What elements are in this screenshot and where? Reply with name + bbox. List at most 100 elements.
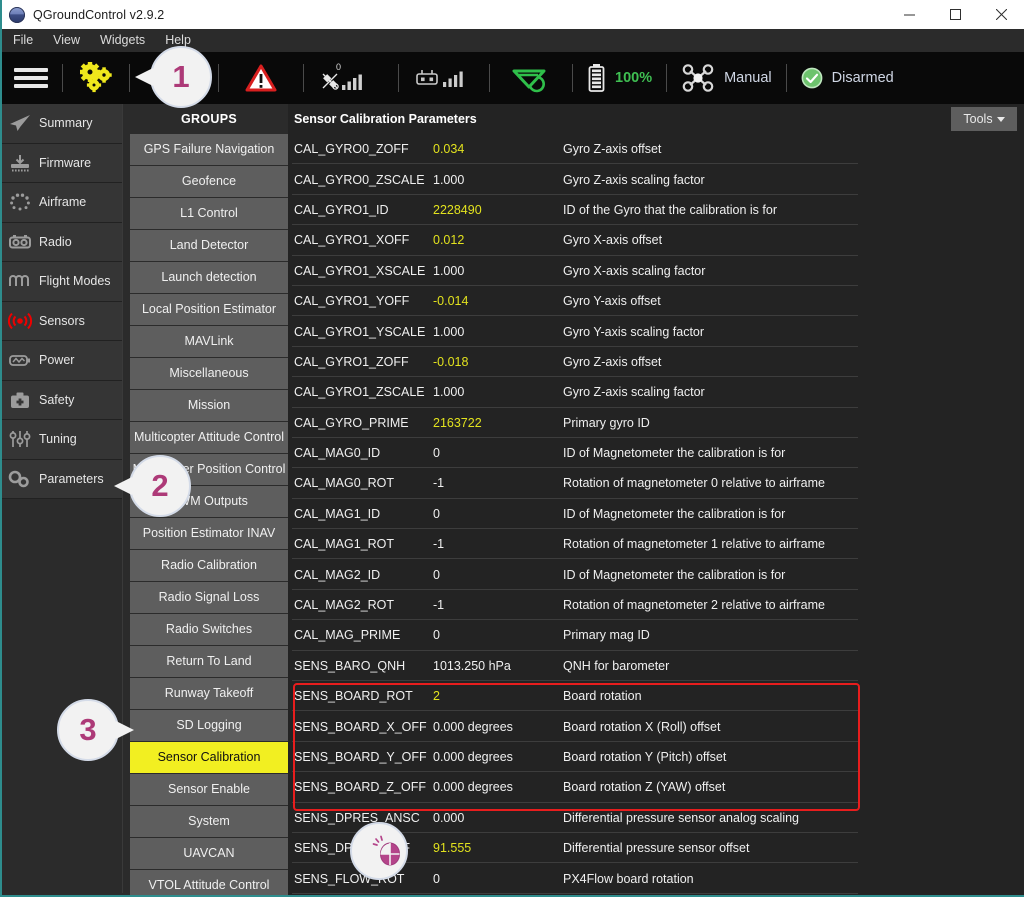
parameter-value: 2 — [433, 689, 563, 703]
sidebar-item-label: Tuning — [39, 432, 77, 446]
parameter-description: Differential pressure sensor analog scal… — [563, 811, 799, 825]
parameter-description: Gyro X-axis scaling factor — [563, 264, 705, 278]
sidebar-item-airframe[interactable]: Airframe — [0, 183, 122, 223]
window-title-bar: QGroundControl v2.9.2 — [0, 0, 1024, 30]
group-item[interactable]: Multicopter Attitude Control — [130, 422, 288, 453]
parameter-row[interactable]: SENS_BOARD_Z_OFF0.000 degreesBoard rotat… — [288, 772, 1024, 802]
telemetry-status-indicator[interactable] — [490, 52, 572, 104]
battery-level-label: 100% — [615, 70, 652, 86]
group-item[interactable]: GPS Failure Navigation — [130, 134, 288, 165]
group-item[interactable]: System — [130, 806, 288, 837]
parameter-row[interactable]: SENS_BOARD_ROT2Board rotation — [288, 681, 1024, 711]
rc-status-indicator[interactable] — [399, 52, 489, 104]
parameter-row[interactable]: CAL_GYRO1_ZSCALE1.000Gyro Z-axis scaling… — [288, 377, 1024, 407]
parameter-row[interactable]: CAL_MAG2_ROT-1Rotation of magnetometer 2… — [288, 590, 1024, 620]
group-item[interactable]: Radio Calibration — [130, 550, 288, 581]
parameter-name: CAL_GYRO1_ZOFF — [294, 355, 433, 369]
group-item[interactable]: Launch detection — [130, 262, 288, 293]
callout-number: 3 — [79, 712, 96, 748]
parameter-value: 0.000 degrees — [433, 720, 563, 734]
parameter-name: CAL_GYRO1_XOFF — [294, 233, 433, 247]
parameter-row[interactable]: CAL_GYRO1_XSCALE1.000Gyro X-axis scaling… — [288, 256, 1024, 286]
group-item[interactable]: SD Logging — [130, 710, 288, 741]
group-item[interactable]: Mission — [130, 390, 288, 421]
parameter-row[interactable]: CAL_GYRO0_ZSCALE1.000Gyro Z-axis scaling… — [288, 164, 1024, 194]
parameter-row[interactable]: CAL_GYRO1_YSCALE1.000Gyro Y-axis scaling… — [288, 316, 1024, 346]
group-item[interactable]: MAVLink — [130, 326, 288, 357]
satellite-icon: 0 — [320, 61, 382, 95]
group-item[interactable]: Sensor Enable — [130, 774, 288, 805]
parameter-row[interactable]: CAL_MAG1_ID0ID of Magnetometer the calib… — [288, 499, 1024, 529]
group-item[interactable]: Radio Switches — [130, 614, 288, 645]
arm-status-indicator[interactable]: Disarmed — [787, 52, 908, 104]
group-item[interactable]: Land Detector — [130, 230, 288, 261]
settings-button[interactable] — [63, 52, 129, 104]
parameter-description: ID of Magnetometer the calibration is fo… — [563, 568, 785, 582]
warning-triangle-icon — [245, 64, 277, 92]
menu-widgets[interactable]: Widgets — [90, 29, 155, 52]
sidebar-item-safety[interactable]: Safety — [0, 381, 122, 421]
flight-mode-label: Manual — [724, 70, 772, 86]
callout-number: 2 — [151, 468, 168, 504]
group-item[interactable]: Miscellaneous — [130, 358, 288, 389]
close-button[interactable] — [978, 0, 1024, 29]
sidebar-item-radio[interactable]: Radio — [0, 223, 122, 263]
group-item[interactable]: VTOL Attitude Control — [130, 870, 288, 897]
callout-tail — [116, 721, 134, 739]
sidebar-item-flight-modes[interactable]: Flight Modes — [0, 262, 122, 302]
group-item[interactable]: Local Position Estimator — [130, 294, 288, 325]
group-item[interactable]: Sensor Calibration — [130, 742, 288, 773]
tools-button[interactable]: Tools — [951, 107, 1017, 131]
chevron-down-icon — [997, 117, 1005, 122]
gps-status-indicator[interactable]: 0 — [304, 52, 398, 104]
parameter-value: 2228490 — [433, 203, 563, 217]
parameter-row[interactable]: CAL_GYRO1_YOFF-0.014Gyro Y-axis offset — [288, 286, 1024, 316]
sidebar-item-sensors[interactable]: Sensors — [0, 302, 122, 342]
group-item[interactable]: Return To Land — [130, 646, 288, 677]
minimize-button[interactable] — [886, 0, 932, 29]
parameter-name: CAL_GYRO0_ZSCALE — [294, 173, 433, 187]
parameter-value: 91.555 — [433, 841, 563, 855]
parameter-row[interactable]: CAL_MAG0_ROT-1Rotation of magnetometer 0… — [288, 468, 1024, 498]
menu-file[interactable]: File — [3, 29, 43, 52]
parameter-row[interactable]: CAL_MAG1_ROT-1Rotation of magnetometer 1… — [288, 529, 1024, 559]
callout-badge-3: 3 — [57, 699, 119, 761]
maximize-button[interactable] — [932, 0, 978, 29]
parameter-description: ID of Magnetometer the calibration is fo… — [563, 507, 785, 521]
airframe-icon — [7, 190, 33, 214]
parameter-row[interactable]: SENS_BOARD_X_OFF0.000 degreesBoard rotat… — [288, 711, 1024, 741]
menu-view[interactable]: View — [43, 29, 90, 52]
sidebar-item-power[interactable]: Power — [0, 341, 122, 381]
group-item[interactable]: L1 Control — [130, 198, 288, 229]
sidebar-item-tuning[interactable]: Tuning — [0, 420, 122, 460]
parameter-row[interactable]: SENS_DPRES_ANSC0.000Differential pressur… — [288, 803, 1024, 833]
parameter-name: CAL_MAG2_ID — [294, 568, 433, 582]
group-item[interactable]: Radio Signal Loss — [130, 582, 288, 613]
sidebar-item-firmware[interactable]: Firmware — [0, 144, 122, 184]
sidebar-item-parameters[interactable]: Parameters — [0, 460, 122, 500]
parameter-row[interactable]: CAL_GYRO1_ID2228490ID of the Gyro that t… — [288, 195, 1024, 225]
parameter-row[interactable]: CAL_MAG2_ID0ID of Magnetometer the calib… — [288, 559, 1024, 589]
group-item[interactable]: Runway Takeoff — [130, 678, 288, 709]
parameter-row[interactable]: CAL_MAG0_ID0ID of Magnetometer the calib… — [288, 438, 1024, 468]
group-item[interactable]: Geofence — [130, 166, 288, 197]
parameter-row[interactable]: CAL_MAG_PRIME0Primary mag ID — [288, 620, 1024, 650]
messages-button[interactable] — [219, 52, 303, 104]
group-item[interactable]: Position Estimator INAV — [130, 518, 288, 549]
group-item[interactable]: UAVCAN — [130, 838, 288, 869]
parameter-name: CAL_MAG2_ROT — [294, 598, 433, 612]
parameter-row[interactable]: SENS_BARO_QNH1013.250 hPaQNH for baromet… — [288, 651, 1024, 681]
sidebar-item-summary[interactable]: Summary — [0, 104, 122, 144]
parameter-row[interactable]: CAL_GYRO0_ZOFF0.034Gyro Z-axis offset — [288, 134, 1024, 164]
flight-mode-selector[interactable]: Manual — [667, 52, 786, 104]
parameter-row[interactable]: CAL_GYRO_PRIME2163722Primary gyro ID — [288, 408, 1024, 438]
main-menu-button[interactable] — [0, 52, 62, 104]
parameter-description: Board rotation Y (Pitch) offset — [563, 750, 726, 764]
rc-transmitter-icon — [415, 63, 473, 93]
battery-status-indicator[interactable]: 100% — [573, 52, 666, 104]
parameter-row[interactable]: CAL_GYRO1_XOFF0.012Gyro X-axis offset — [288, 225, 1024, 255]
parameter-row[interactable]: SENS_BOARD_Y_OFF0.000 degreesBoard rotat… — [288, 742, 1024, 772]
parameter-description: Gyro Z-axis offset — [563, 142, 661, 156]
parameter-value: 0.000 — [433, 811, 563, 825]
parameter-row[interactable]: CAL_GYRO1_ZOFF-0.018Gyro Z-axis offset — [288, 347, 1024, 377]
